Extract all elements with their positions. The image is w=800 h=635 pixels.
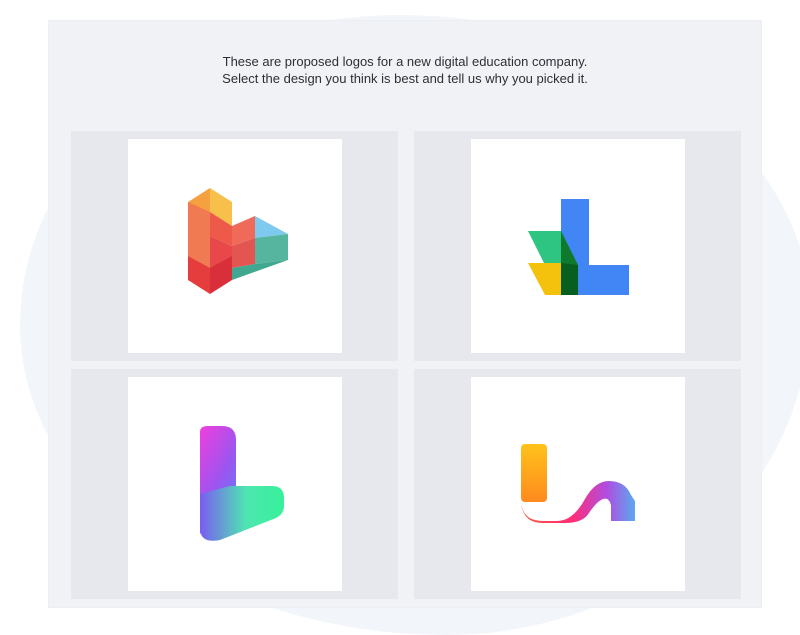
logo-option-3[interactable] [71,369,398,599]
logo-option-4[interactable] [414,369,741,599]
logo-option-2[interactable] [414,131,741,361]
logo-card-2[interactable] [471,139,685,353]
survey-panel: These are proposed logos for a new digit… [49,21,761,607]
geometric-b-play-logo-icon [188,188,288,294]
logo-card-1[interactable] [128,139,342,353]
logo-option-1[interactable] [71,131,398,361]
survey-instructions: These are proposed logos for a new digit… [49,53,761,87]
layered-l-logo-icon [528,199,629,295]
logo-options-grid [71,131,741,599]
instructions-line-2: Select the design you think is best and … [222,71,588,86]
instructions-line-1: These are proposed logos for a new digit… [222,54,588,69]
logo-card-3[interactable] [128,377,342,591]
logo-card-4[interactable] [471,377,685,591]
gradient-l-logo-icon [200,426,284,541]
ribbon-wave-logo-icon [521,444,635,523]
